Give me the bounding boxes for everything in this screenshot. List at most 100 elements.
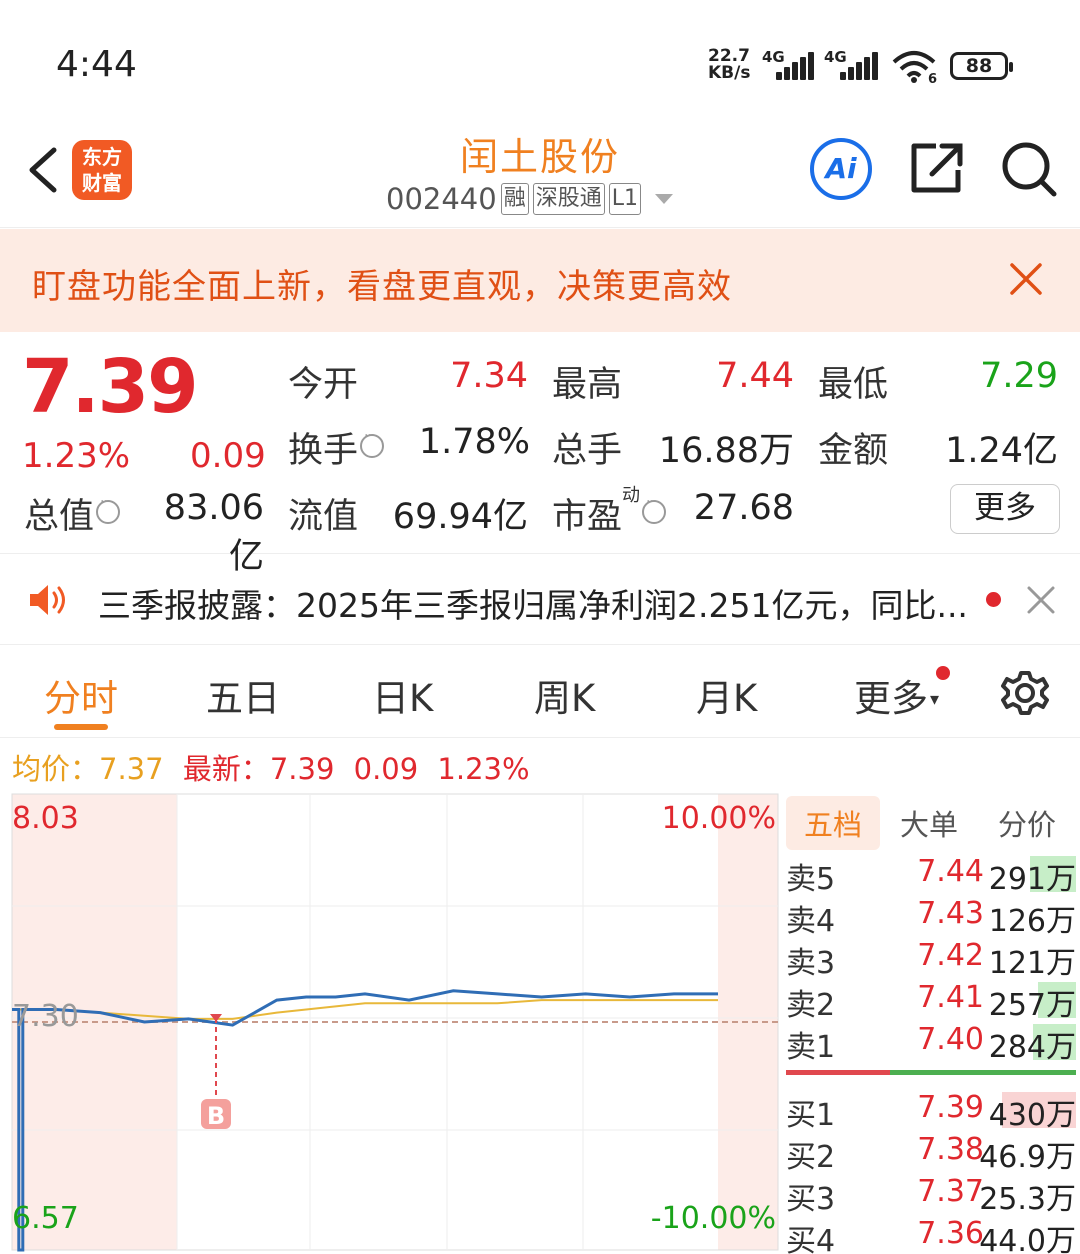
high-value: 7.44: [716, 356, 794, 396]
sell-level-row[interactable]: 卖1 7.40 284万: [782, 1020, 1080, 1065]
market-cap-label[interactable]: 总值: [24, 488, 121, 539]
ai-button[interactable]: Ai: [810, 138, 872, 200]
pe-label[interactable]: 市盈动: [552, 485, 667, 539]
avg-price-value: 7.37: [99, 752, 164, 786]
divider-sell: [786, 1070, 890, 1075]
status-bar: 4:44 22.7 KB/s 4G 4G 6 88: [0, 0, 1080, 110]
info-icon[interactable]: [360, 428, 385, 458]
tab-more[interactable]: 更多 ▾: [854, 668, 939, 722]
low-value: 7.29: [980, 356, 1058, 396]
buy-level-price: 7.37: [917, 1174, 984, 1209]
battery-icon: 88: [950, 52, 1013, 80]
buy-level-row[interactable]: 买3 7.37 25.3万: [782, 1172, 1080, 1217]
current-price: 7.39: [22, 344, 199, 430]
buy-level-row[interactable]: 买1 7.39 430万: [782, 1088, 1080, 1133]
high-label: 最高: [552, 365, 623, 405]
news-text: 三季报披露：2025年三季报归属净利润2.251亿元，同比...: [98, 586, 968, 625]
float-cap-label: 流值: [288, 497, 359, 537]
sell-level-row[interactable]: 卖5 7.44 291万: [782, 852, 1080, 897]
buy-marker[interactable]: B: [201, 1014, 231, 1130]
speaker-icon: [30, 585, 65, 615]
tab-intraday[interactable]: 分时: [44, 668, 118, 722]
tab-more-label: 更多: [854, 677, 928, 720]
sell-level-volume: 121万: [988, 946, 1076, 981]
sell-level-price: 7.40: [917, 1022, 984, 1057]
tab-daily-k[interactable]: 日K: [372, 668, 433, 722]
tab-big-orders[interactable]: 大单: [900, 802, 958, 844]
share-icon[interactable]: [910, 140, 966, 196]
gear-icon[interactable]: [1000, 668, 1050, 718]
signal-label: 4G: [762, 48, 785, 66]
y-axis-right-top-label: 10.00%: [662, 801, 776, 836]
tab-monthly-k[interactable]: 月K: [696, 668, 757, 722]
float-cap-value: 69.94亿: [392, 497, 528, 537]
sell-level-row[interactable]: 卖4 7.43 126万: [782, 894, 1080, 939]
news-ticker[interactable]: 三季报披露：2025年三季报归属净利润2.251亿元，同比...: [0, 555, 1080, 645]
buy-level-row[interactable]: 买4 7.36 44.0万: [782, 1214, 1080, 1254]
tab-five-day[interactable]: 五日: [206, 668, 280, 722]
intraday-chart[interactable]: 8.03 7.30 6.57 10.00% -10.00% B: [0, 790, 782, 1254]
chart-stats: 均价：7.37 最新：7.39 0.09 1.23%: [12, 746, 540, 788]
info-icon[interactable]: [642, 494, 667, 524]
margin-tag: 融: [500, 183, 529, 215]
pe-value: 27.68: [693, 488, 794, 528]
pe-label-text: 市盈: [552, 497, 623, 537]
sell-level-price: 7.42: [917, 938, 984, 973]
unread-dot: [986, 592, 1001, 607]
signal-icon-2: 4G: [824, 48, 882, 80]
signal-icon: 4G: [762, 48, 818, 80]
sell-level-label: 卖5: [786, 862, 836, 897]
sell-level-row[interactable]: 卖2 7.41 257万: [782, 978, 1080, 1023]
sell-level-volume: 257万: [988, 988, 1076, 1023]
y-axis-mid-label: 7.30: [12, 999, 79, 1034]
sell-level-price: 7.41: [917, 980, 984, 1015]
change-value: 0.09: [190, 436, 266, 476]
promo-banner[interactable]: 盯盘功能全面上新，看盘更直观，决策更高效: [0, 229, 1080, 332]
turnover-label[interactable]: 换手: [288, 422, 385, 473]
network-speed: 22.7 KB/s: [708, 48, 750, 82]
notification-dot: [936, 666, 950, 680]
low-label: 最低: [818, 365, 889, 405]
latest-value: 7.39: [269, 752, 335, 786]
sell-level-row[interactable]: 卖3 7.42 121万: [782, 936, 1080, 981]
sell-level-volume: 284万: [988, 1030, 1076, 1065]
stock-code-row[interactable]: 002440 融 深股通 L1: [386, 182, 674, 216]
buy-level-volume: 44.0万: [979, 1224, 1076, 1254]
amount-value: 1.24亿: [945, 431, 1058, 471]
buy-level-volume: 25.3万: [979, 1182, 1076, 1217]
buy-level-price: 7.39: [917, 1090, 984, 1125]
buy-level-volume: 430万: [988, 1098, 1076, 1133]
network-speed-unit: KB/s: [708, 63, 751, 83]
tab-weekly-k[interactable]: 周K: [534, 668, 595, 722]
info-icon[interactable]: [96, 494, 121, 524]
buy-level-label: 买2: [786, 1140, 836, 1175]
volume-value: 16.88万: [658, 431, 794, 471]
y-axis-bottom-label: 6.57: [12, 1201, 79, 1236]
amount-label: 金额: [818, 431, 889, 471]
sell-level-label: 卖3: [786, 946, 836, 981]
chevron-down-icon[interactable]: [655, 194, 674, 204]
close-icon[interactable]: [1006, 259, 1046, 299]
more-button[interactable]: 更多: [950, 484, 1060, 534]
search-icon[interactable]: [1000, 140, 1058, 198]
pe-dynamic-mark: 动: [622, 485, 641, 507]
avg-price-label: 均价：: [12, 752, 100, 786]
market-cap-label-text: 总值: [24, 497, 95, 537]
latest-label: 最新：: [182, 752, 270, 786]
sell-level-label: 卖4: [786, 904, 836, 939]
close-icon[interactable]: [1026, 585, 1056, 615]
buy-level-volume: 46.9万: [979, 1140, 1076, 1175]
order-book: 五档 大单 分价 卖5 7.44 291万 卖4 7.43 126万 卖3 7.42 121万卖…: [782, 792, 1080, 1254]
stock-code: 002440: [386, 182, 497, 216]
buy-level-row[interactable]: 买2 7.38 46.9万: [782, 1130, 1080, 1175]
divider-buy: [890, 1070, 1076, 1075]
y-axis-right-bottom-label: -10.00%: [651, 1201, 776, 1236]
change-percent: 1.23%: [22, 436, 131, 476]
buy-level-price: 7.36: [917, 1216, 984, 1251]
chart-tabs: 分时 五日 日K 周K 月K 更多 ▾: [0, 646, 1080, 738]
level-tag: L1: [608, 183, 642, 215]
connect-tag: 深股通: [532, 183, 605, 215]
tab-price-distribution[interactable]: 分价: [998, 802, 1056, 844]
tab-five-levels[interactable]: 五档: [786, 796, 881, 850]
open-value: 7.34: [450, 356, 528, 396]
